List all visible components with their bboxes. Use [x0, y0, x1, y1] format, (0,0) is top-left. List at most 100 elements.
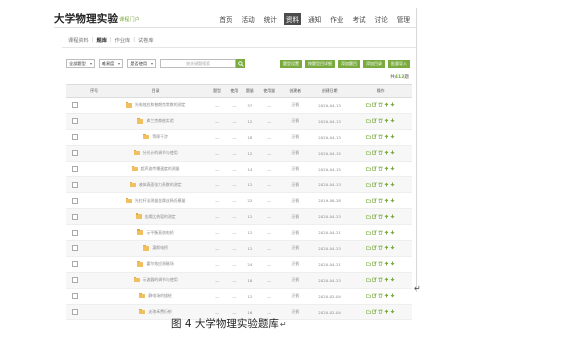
- delete-icon[interactable]: [378, 182, 383, 187]
- delete-icon[interactable]: [378, 118, 383, 124]
- move-down-icon[interactable]: [390, 230, 395, 235]
- move-down-icon[interactable]: [390, 102, 395, 107]
- nav-item-2[interactable]: 统计: [262, 13, 279, 25]
- subtab-2[interactable]: 作业库: [115, 37, 131, 44]
- move-up-icon[interactable]: [384, 309, 389, 314]
- subtab-0[interactable]: 课程资料: [68, 37, 89, 44]
- nav-item-6[interactable]: 考试: [350, 13, 367, 25]
- row-title[interactable]: 金属比热容的测定: [145, 214, 176, 219]
- row-checkbox[interactable]: [72, 150, 79, 157]
- move-up-icon[interactable]: [384, 293, 389, 298]
- move-icon[interactable]: [366, 182, 371, 187]
- type-filter-select[interactable]: 全部题型: [66, 59, 95, 68]
- row-title[interactable]: 霍尔效应测磁场: [146, 261, 173, 266]
- row-title[interactable]: 示波器的调节与使用: [143, 277, 178, 282]
- row-checkbox[interactable]: [72, 213, 79, 220]
- delete-icon[interactable]: [378, 150, 383, 155]
- row-title[interactable]: 液体表面张力系数的测定: [139, 182, 182, 187]
- move-up-icon[interactable]: [384, 182, 389, 187]
- row-checkbox[interactable]: [72, 102, 79, 109]
- edit-icon[interactable]: [372, 150, 377, 155]
- row-checkbox[interactable]: [72, 277, 79, 284]
- row-checkbox[interactable]: [72, 261, 79, 268]
- table-row[interactable]: 光电效应和普朗克常数的测定 — —37— 汪帆 2020-04-13: [66, 97, 412, 114]
- move-up-icon[interactable]: [384, 230, 389, 235]
- search-button[interactable]: [236, 59, 246, 68]
- delete-icon[interactable]: [378, 198, 383, 203]
- row-checkbox[interactable]: [72, 229, 79, 236]
- table-row[interactable]: 光杠杆法测量金属丝杨氏模量 — —22— 汪帆 2019-08-28: [66, 192, 412, 210]
- table-row[interactable]: 金属比热容的测定 — —12— 汪帆 2020-04-23: [66, 208, 412, 226]
- nav-item-8[interactable]: 管理: [395, 13, 412, 25]
- move-down-icon[interactable]: [390, 134, 395, 139]
- subtab-3[interactable]: 试卷库: [138, 37, 154, 44]
- action-button-3[interactable]: 添加目录: [363, 60, 385, 68]
- edit-icon[interactable]: [372, 182, 377, 187]
- row-title[interactable]: 分光计的调节与使用: [143, 150, 178, 155]
- move-icon[interactable]: [366, 214, 371, 219]
- subtab-1[interactable]: 题库: [97, 37, 107, 44]
- delete-icon[interactable]: [378, 261, 383, 267]
- row-title[interactable]: 示平衡直流电桥: [146, 230, 173, 235]
- delete-icon[interactable]: [378, 166, 383, 171]
- table-row[interactable]: 霍尔效应测磁场 — —24— 汪帆 2020-04-21: [66, 256, 412, 273]
- row-title[interactable]: 光电效应和普朗克常数的测定: [135, 102, 186, 107]
- row-checkbox[interactable]: [72, 181, 79, 188]
- delete-icon[interactable]: [378, 134, 383, 140]
- edit-icon[interactable]: [372, 229, 377, 235]
- table-row[interactable]: 弗兰克赫兹实验 — —12— 汪帆 2020-04-13: [66, 113, 412, 130]
- move-icon[interactable]: [366, 134, 371, 140]
- nav-item-3[interactable]: 资料: [283, 13, 302, 25]
- action-button-0[interactable]: 题型设置: [280, 60, 302, 68]
- table-row[interactable]: 惠斯电桥 — —12— 汪帆 2020-04-23: [66, 240, 412, 257]
- move-down-icon[interactable]: [390, 293, 395, 298]
- edit-icon[interactable]: [372, 309, 377, 314]
- row-title[interactable]: 等厚干涉: [152, 134, 168, 139]
- edit-icon[interactable]: [372, 277, 377, 283]
- delete-icon[interactable]: [378, 102, 383, 108]
- nav-item-0[interactable]: 首页: [217, 13, 234, 25]
- action-button-1[interactable]: 按题型目详细: [305, 60, 335, 68]
- move-icon[interactable]: [366, 198, 371, 203]
- move-icon[interactable]: [366, 245, 371, 251]
- row-checkbox[interactable]: [72, 134, 79, 141]
- move-icon[interactable]: [366, 261, 371, 267]
- row-title[interactable]: 惠斯电桥: [152, 245, 168, 250]
- row-title[interactable]: 夫琅禾费衍射: [148, 309, 171, 314]
- row-checkbox[interactable]: [72, 166, 79, 172]
- row-checkbox[interactable]: [72, 197, 79, 204]
- edit-icon[interactable]: [372, 166, 377, 171]
- move-icon[interactable]: [366, 166, 371, 171]
- row-checkbox[interactable]: [72, 309, 79, 316]
- table-row[interactable]: 示波器的调节与使用 — —18— 汪帆 2020-04-23: [66, 272, 412, 289]
- search-input[interactable]: 按关键题搜索: [160, 59, 237, 68]
- row-checkbox[interactable]: [72, 245, 79, 252]
- row-checkbox[interactable]: [72, 293, 79, 300]
- table-row[interactable]: 液体表面张力系数的测定 — —12— 汪帆 2020-04-13: [66, 176, 412, 194]
- move-up-icon[interactable]: [384, 134, 389, 139]
- edit-icon[interactable]: [372, 245, 377, 251]
- edit-icon[interactable]: [372, 134, 377, 140]
- move-icon[interactable]: [366, 150, 371, 155]
- move-icon[interactable]: [366, 118, 371, 124]
- row-title[interactable]: 弗兰克赫兹实验: [146, 118, 173, 123]
- move-up-icon[interactable]: [384, 214, 389, 219]
- edit-icon[interactable]: [372, 261, 377, 267]
- move-icon[interactable]: [366, 309, 371, 314]
- delete-icon[interactable]: [378, 245, 383, 251]
- row-title[interactable]: 静电场的描绘: [148, 293, 171, 298]
- move-down-icon[interactable]: [390, 118, 395, 123]
- edit-icon[interactable]: [372, 293, 377, 298]
- table-row[interactable]: 等厚干涉 — —18— 汪帆 2020-04-13: [66, 129, 412, 146]
- table-row[interactable]: 分光计的调节与使用 — —12— 汪帆 2020-04-15: [66, 145, 412, 162]
- move-icon[interactable]: [366, 277, 371, 283]
- row-title[interactable]: 超声波传播速度的测量: [141, 166, 180, 171]
- edit-icon[interactable]: [372, 213, 377, 219]
- edit-icon[interactable]: [372, 198, 377, 203]
- move-icon[interactable]: [366, 230, 371, 235]
- move-down-icon[interactable]: [390, 182, 395, 187]
- move-down-icon[interactable]: [390, 261, 395, 266]
- nav-item-5[interactable]: 作业: [328, 13, 345, 25]
- edit-icon[interactable]: [372, 118, 377, 124]
- move-down-icon[interactable]: [390, 309, 395, 314]
